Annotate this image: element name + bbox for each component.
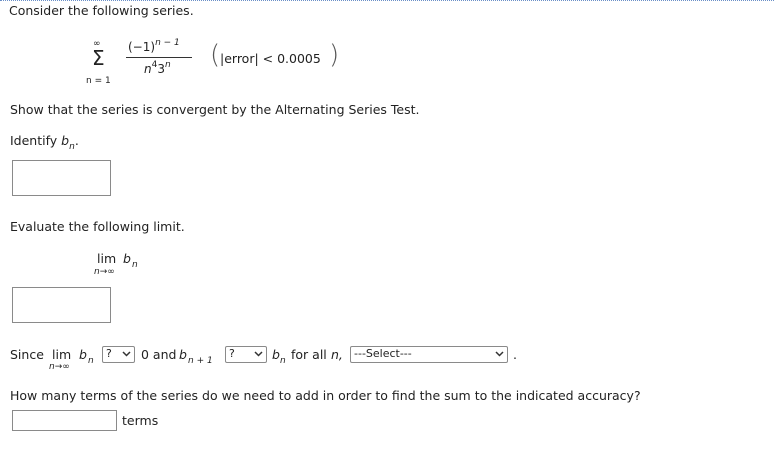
terms-label: terms xyxy=(122,413,159,428)
bn-answer-input[interactable] xyxy=(12,160,111,196)
select-3-value: ---Select--- xyxy=(354,347,412,360)
error-condition: |error| < 0.0005 xyxy=(220,51,321,66)
sigma-symbol: Σ xyxy=(92,46,105,70)
identify-label: Identify bn. xyxy=(10,133,79,152)
comparison-select-1[interactable]: ? xyxy=(102,346,135,363)
question-text: How many terms of the series do we need … xyxy=(10,388,641,403)
error-paren-open: ( xyxy=(210,40,221,70)
chevron-down-icon xyxy=(254,349,263,363)
top-border xyxy=(0,0,774,1)
select-2-value: ? xyxy=(229,347,235,360)
denominator: n43n xyxy=(144,60,171,76)
error-paren-close: ) xyxy=(329,40,340,70)
identify-b-sub: n xyxy=(69,142,75,152)
since-period: . xyxy=(513,347,517,362)
instruction-text: Show that the series is convergent by th… xyxy=(10,102,420,117)
for-all-n: n, xyxy=(331,347,343,362)
conclusion-select[interactable]: ---Select--- xyxy=(350,346,508,363)
prompt-text: Consider the following series. xyxy=(9,3,194,18)
since-b3-sub: n xyxy=(280,356,286,366)
chevron-down-icon xyxy=(122,349,131,363)
since-b2-sub: n + 1 xyxy=(188,356,213,366)
since-lim: lim xyxy=(52,347,72,362)
comparison-select-2[interactable]: ? xyxy=(225,346,267,363)
fraction-bar xyxy=(126,57,192,58)
evaluate-text: Evaluate the following limit. xyxy=(10,219,185,234)
denominator-exp-4: 4 xyxy=(151,60,158,70)
identify-b: b xyxy=(61,133,70,148)
since-b: b xyxy=(79,347,87,362)
since-b2: b xyxy=(179,347,187,362)
zero-and-text: 0 and xyxy=(141,347,177,362)
chevron-down-icon xyxy=(495,349,504,363)
since-lim-sub: n→∞ xyxy=(49,362,70,372)
since-b3: b xyxy=(272,347,280,362)
denominator-exp-n: n xyxy=(164,60,171,70)
for-all-text: for all xyxy=(291,347,327,362)
numerator: (−1)n − 1 xyxy=(128,38,180,54)
numerator-exponent: n − 1 xyxy=(155,38,180,48)
since-text: Since xyxy=(10,347,44,362)
limit-answer-input[interactable] xyxy=(12,287,111,323)
limit-lim: lim xyxy=(97,251,117,266)
limit-b-sub: n xyxy=(132,260,138,270)
numerator-base: (−1) xyxy=(128,40,156,54)
limit-b: b xyxy=(123,251,131,266)
terms-answer-input[interactable] xyxy=(12,410,117,431)
denominator-n: n xyxy=(144,62,152,76)
identify-period: . xyxy=(74,133,79,148)
identify-text: Identify xyxy=(10,133,58,148)
since-b-sub: n xyxy=(88,356,94,366)
select-1-value: ? xyxy=(106,347,112,360)
denominator-3: 3 xyxy=(157,62,165,76)
sum-lower-limit: n = 1 xyxy=(86,76,111,86)
limit-subscript: n→∞ xyxy=(94,267,115,277)
